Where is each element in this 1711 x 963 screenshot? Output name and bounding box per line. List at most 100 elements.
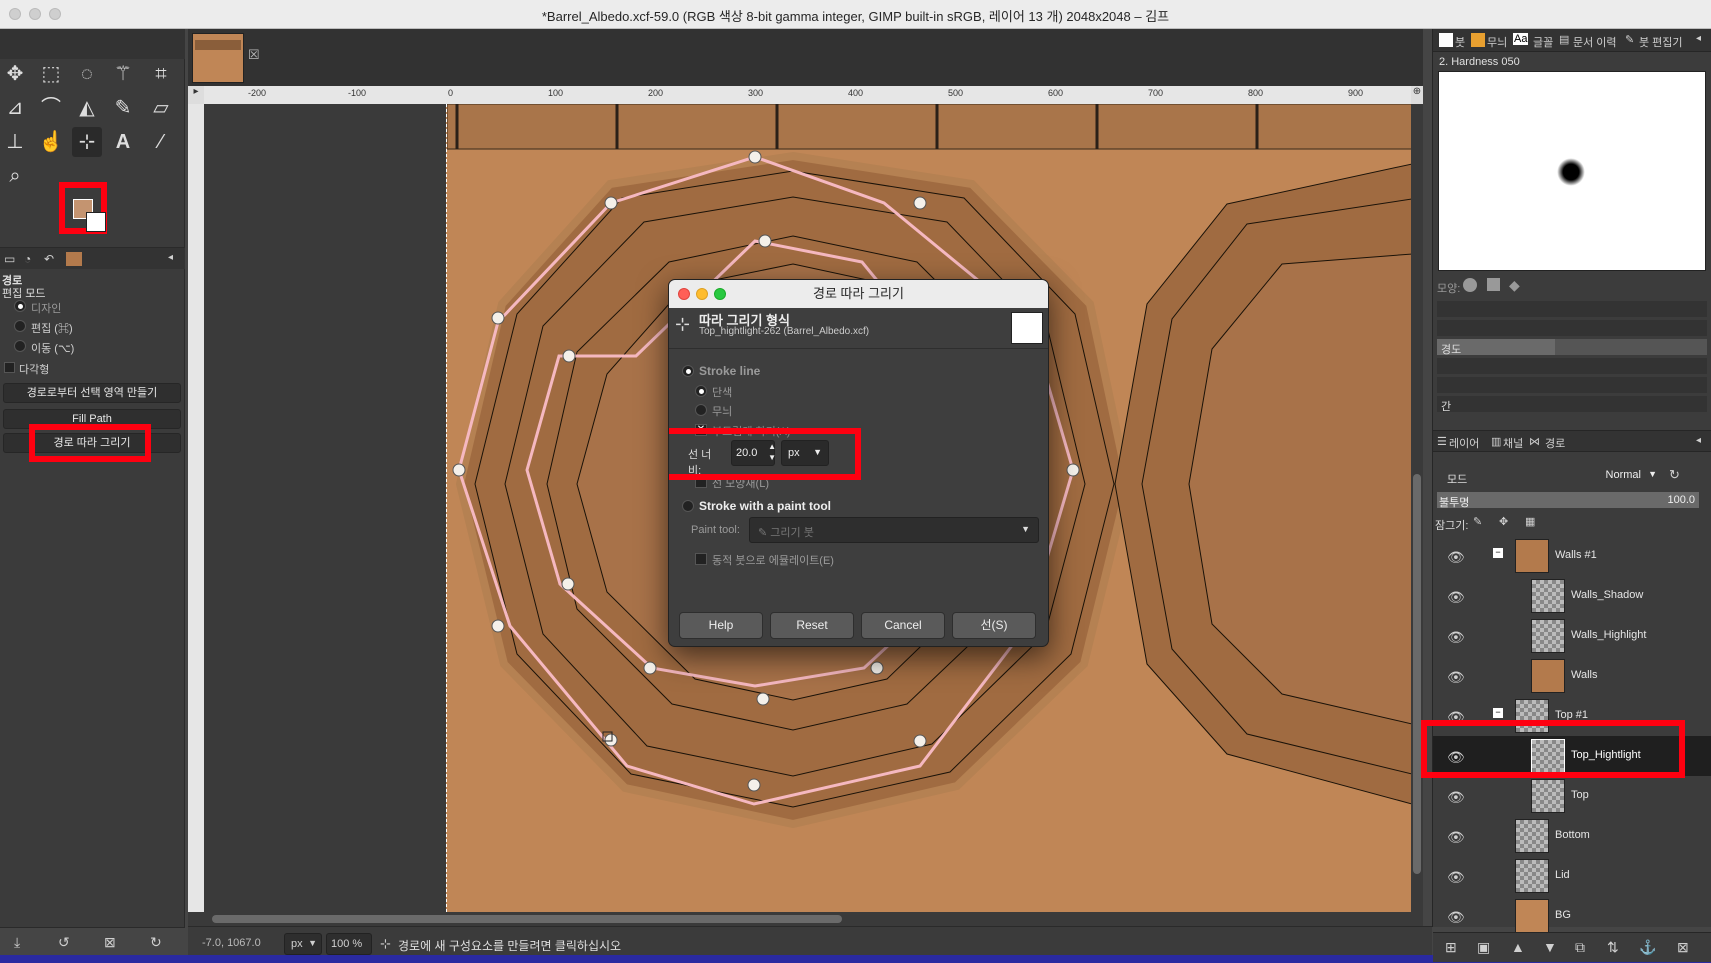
layer-row-walls[interactable]: 👁 Walls <box>1433 656 1711 696</box>
new-layer-icon[interactable]: ⊞ <box>1445 939 1457 956</box>
brushes-tab-icon[interactable] <box>1439 33 1453 47</box>
channels-tab-icon[interactable]: ▥ <box>1491 435 1501 448</box>
raise-layer-icon[interactable]: ▲ <box>1511 939 1525 955</box>
mode-edit-radio[interactable] <box>14 320 26 332</box>
layers-tab-icon[interactable]: ☰ <box>1437 435 1447 448</box>
zoom-tool-icon[interactable]: ⌕ <box>0 161 30 191</box>
delete-options-icon[interactable]: ⊠ <box>104 934 116 951</box>
paintbrush-tool-icon[interactable]: ✎ <box>108 93 138 123</box>
layer-row-bottom[interactable]: 👁 Bottom <box>1433 816 1711 856</box>
collapse-icon[interactable]: − <box>1493 548 1503 558</box>
vertical-scrollbar[interactable] <box>1411 104 1423 912</box>
vertical-scroll-thumb[interactable] <box>1413 474 1421 874</box>
path-anchor[interactable] <box>913 734 927 748</box>
eraser-tool-icon[interactable]: ▱ <box>146 93 176 123</box>
lock-pixels-icon[interactable]: ✎ <box>1473 515 1482 528</box>
emulate-dynamics-checkbox[interactable] <box>695 553 707 565</box>
cancel-button[interactable]: Cancel <box>861 612 945 639</box>
fonts-tab-label[interactable]: 글꼴 <box>1533 34 1553 50</box>
path-anchor[interactable] <box>747 778 761 792</box>
move-tool-icon[interactable]: ✥ <box>0 59 30 89</box>
horizontal-ruler[interactable]: -200 -100 0 100 200 300 400 500 600 700 … <box>204 86 1411 104</box>
layer-row-walls-highlight[interactable]: 👁 Walls_Highlight <box>1433 616 1711 656</box>
text-tool-icon[interactable]: A <box>108 127 138 157</box>
smudge-tool-icon[interactable]: ☝ <box>36 127 66 157</box>
brush-editor-tab-label[interactable]: 붓 편집기 <box>1639 34 1683 50</box>
path-anchor[interactable] <box>561 577 575 591</box>
paths-tab-icon[interactable]: ⋈ <box>1529 435 1540 448</box>
solid-color-radio[interactable] <box>695 385 707 397</box>
stroke-line-radio[interactable] <box>682 365 694 377</box>
path-anchor[interactable] <box>452 463 466 477</box>
horizontal-scrollbar[interactable] <box>204 912 1411 926</box>
eye-icon[interactable]: 👁 <box>1447 829 1465 846</box>
layer-row-bg[interactable]: 👁 BG <box>1433 896 1711 934</box>
path-anchor[interactable] <box>491 311 505 325</box>
paths-tab-label[interactable]: 경로 <box>1545 435 1565 451</box>
warp-tool-icon[interactable]: ⌒ <box>36 93 66 123</box>
diamond-shape-icon[interactable]: ◆ <box>1509 277 1520 294</box>
aspect-slider[interactable] <box>1437 358 1707 374</box>
image-tab-thumbnail[interactable] <box>192 33 244 83</box>
polygonal-checkbox[interactable] <box>4 362 15 373</box>
zoom-select[interactable]: 100 % <box>326 933 372 955</box>
brush-preview[interactable] <box>1438 71 1706 271</box>
patterns-tab-label[interactable]: 무늬 <box>1487 34 1507 50</box>
selection-from-path-button[interactable]: 경로로부터 선택 영역 만들기 <box>3 383 181 403</box>
eye-icon[interactable]: 👁 <box>1447 589 1465 606</box>
dialog-minimize-button[interactable] <box>696 288 708 300</box>
brush-spikes-slider[interactable] <box>1437 320 1707 336</box>
path-anchor[interactable] <box>562 349 576 363</box>
merge-layer-icon[interactable]: ⇅ <box>1607 939 1619 956</box>
dialog-zoom-button[interactable] <box>714 288 726 300</box>
mode-move-radio[interactable] <box>14 340 26 352</box>
brushes-tab-label[interactable]: 붓 <box>1455 34 1465 50</box>
brush-editor-tab-icon[interactable]: ✎ <box>1625 33 1634 46</box>
eye-icon[interactable]: 👁 <box>1447 869 1465 886</box>
angle-slider[interactable] <box>1437 377 1707 393</box>
configure-tab-icon[interactable]: ◂ <box>1696 435 1701 446</box>
images-tab-icon[interactable] <box>66 252 82 266</box>
opacity-slider[interactable]: 불투명 100.0 <box>1437 492 1699 509</box>
path-anchor[interactable] <box>756 692 770 706</box>
restore-options-icon[interactable]: ↺ <box>58 934 70 951</box>
fuzzy-select-tool-icon[interactable]: ⚚ <box>108 59 138 89</box>
help-button[interactable]: Help <box>679 612 763 639</box>
configure-tab-icon[interactable]: ◂ <box>1696 33 1701 44</box>
clone-tool-icon[interactable]: ⊥ <box>0 127 30 157</box>
eye-icon[interactable]: 👁 <box>1447 909 1465 926</box>
path-anchor[interactable] <box>870 661 884 675</box>
fonts-tab-icon[interactable]: Aa <box>1513 33 1529 45</box>
zoom-to-fit-icon[interactable]: ⊕ <box>1411 86 1423 104</box>
path-anchor[interactable] <box>604 733 618 747</box>
lock-position-icon[interactable]: ✥ <box>1499 515 1508 528</box>
stroke-ok-button[interactable]: 선(S) <box>952 612 1036 639</box>
configure-tab-icon[interactable]: ◂ <box>168 252 173 263</box>
device-status-tab-icon[interactable]: ◔ <box>24 252 31 266</box>
path-anchor[interactable] <box>913 196 927 210</box>
lower-layer-icon[interactable]: ▼ <box>1543 939 1557 955</box>
eye-icon[interactable]: 👁 <box>1447 669 1465 686</box>
transform-tool-icon[interactable]: ⊿ <box>0 93 30 123</box>
hardness-slider[interactable]: 경도 <box>1437 339 1707 356</box>
path-anchor[interactable] <box>758 234 772 248</box>
anchor-layer-icon[interactable]: ⚓ <box>1639 939 1656 956</box>
save-options-icon[interactable]: ⤓ <box>14 934 20 951</box>
path-anchor[interactable] <box>748 150 762 164</box>
layer-row-lid[interactable]: 👁 Lid <box>1433 856 1711 896</box>
new-layer-group-icon[interactable]: ▣ <box>1477 939 1490 956</box>
path-anchor[interactable] <box>1066 463 1080 477</box>
bucket-fill-tool-icon[interactable]: ◭ <box>72 93 102 123</box>
circle-shape-icon[interactable] <box>1463 278 1477 292</box>
mode-design-radio[interactable] <box>14 300 26 312</box>
delete-layer-icon[interactable]: ⊠ <box>1677 939 1689 956</box>
paths-tool-icon[interactable]: ⊹ <box>72 127 102 157</box>
tool-options-tab-icon[interactable]: ▭ <box>4 252 15 266</box>
vertical-ruler[interactable] <box>188 104 204 912</box>
background-color-swatch[interactable] <box>86 212 106 232</box>
paint-tool-select[interactable]: ✎ 그리기 붓 ▼ <box>749 517 1039 543</box>
collapse-icon[interactable]: − <box>1493 708 1503 718</box>
layer-row-walls-group[interactable]: 👁 − Walls #1 <box>1433 536 1711 576</box>
patterns-tab-icon[interactable] <box>1471 33 1485 47</box>
reset-button[interactable]: Reset <box>770 612 854 639</box>
